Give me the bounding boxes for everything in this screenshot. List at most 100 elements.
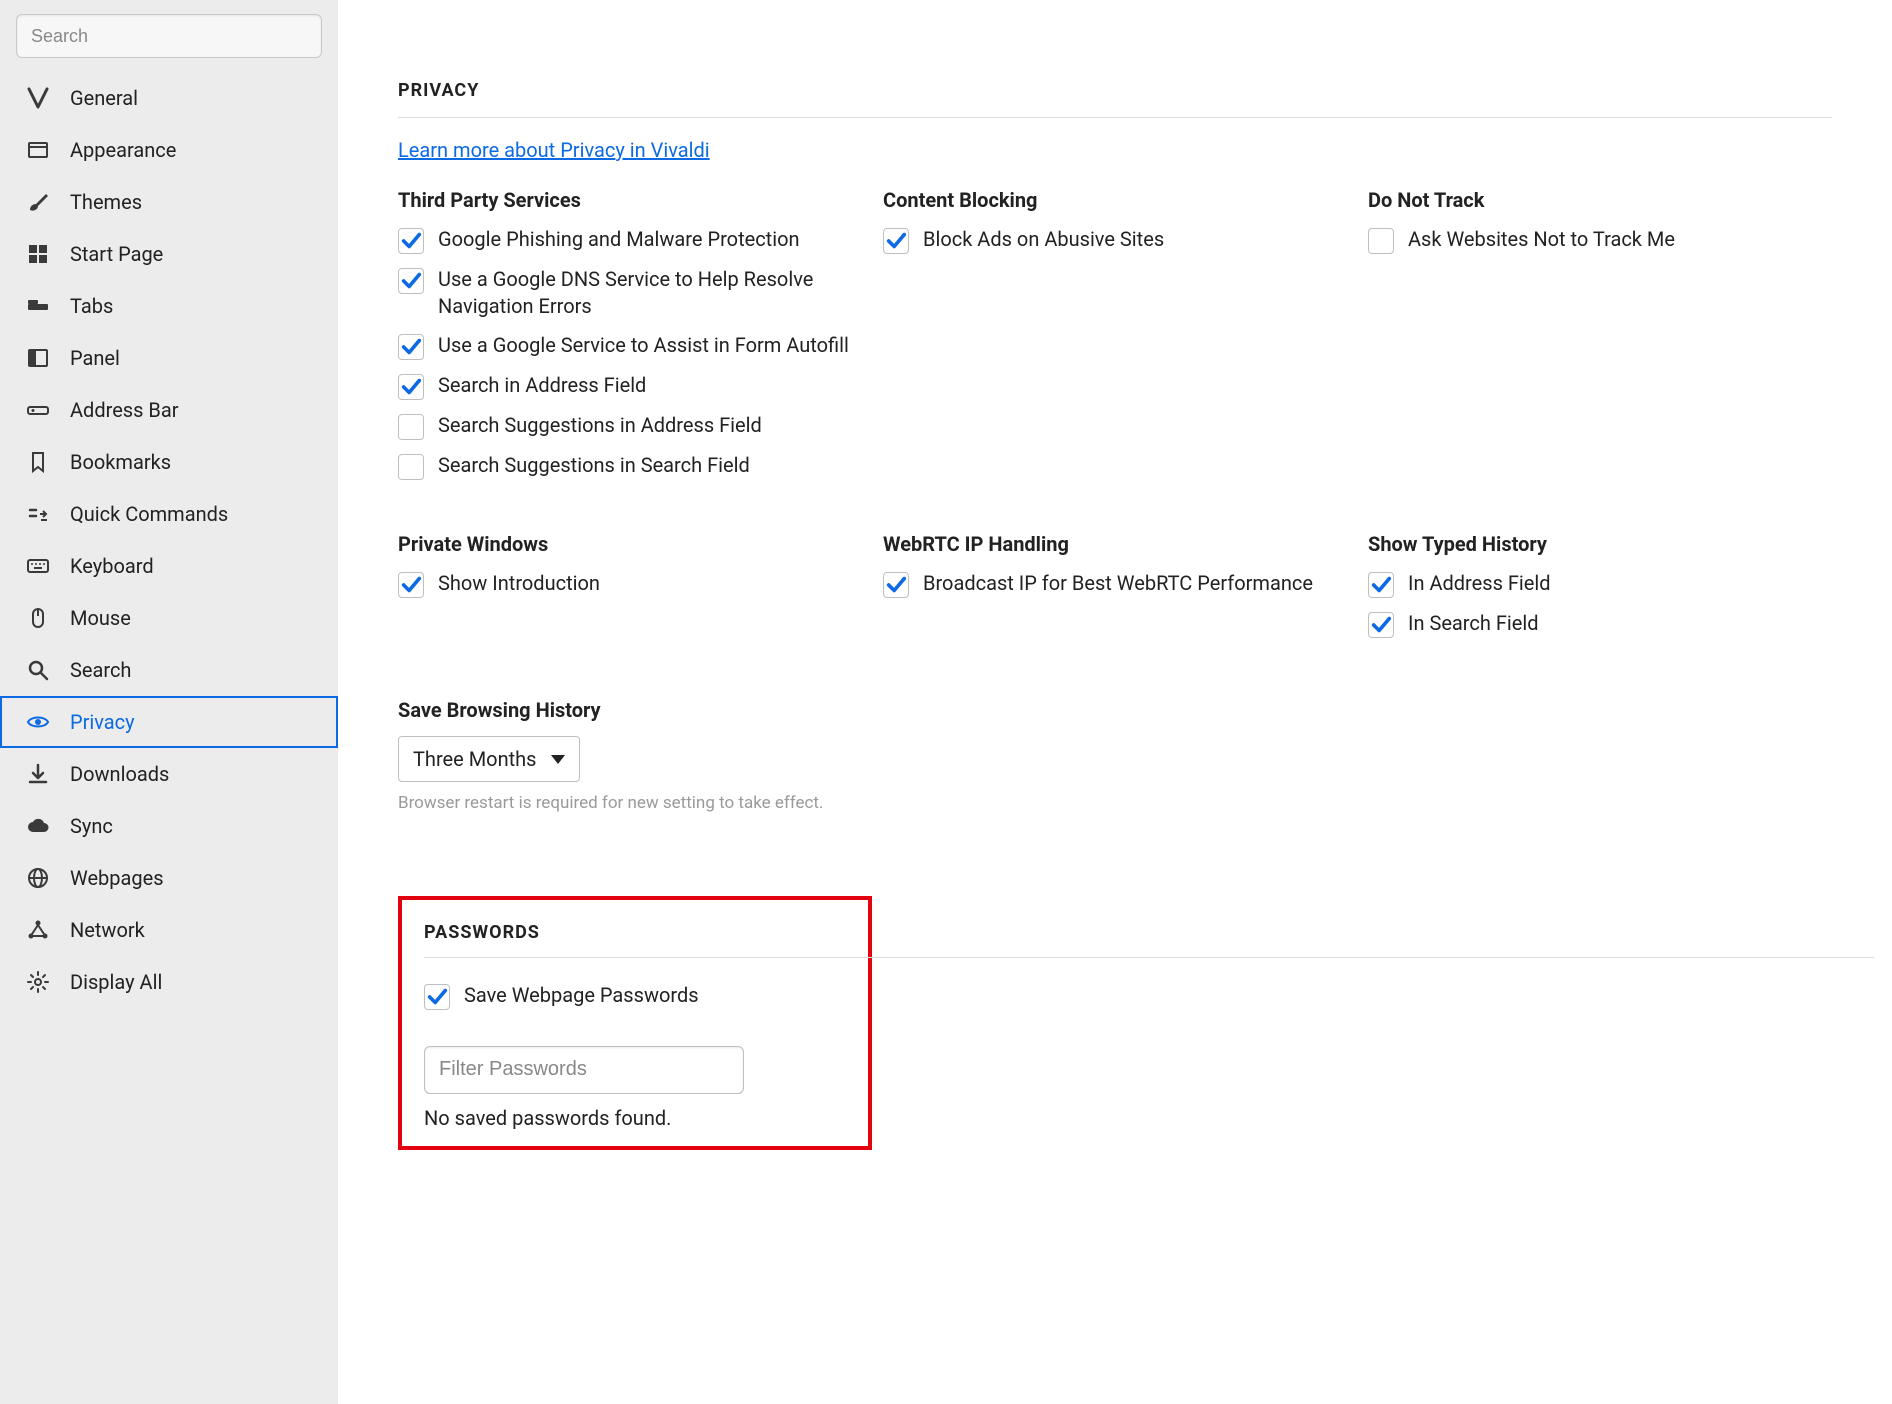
sidebar-item-label: Address Bar: [70, 398, 179, 422]
sidebar-item-label: Display All: [70, 970, 162, 994]
filter-passwords-input[interactable]: [424, 1046, 744, 1094]
sidebar-item-label: Downloads: [70, 762, 169, 786]
option[interactable]: Google Phishing and Malware Protection: [398, 226, 873, 254]
option[interactable]: Search Suggestions in Address Field: [398, 412, 873, 440]
option[interactable]: Use a Google DNS Service to Help Resolve…: [398, 266, 873, 320]
sidebar-item-quickcommands[interactable]: Quick Commands: [0, 488, 338, 540]
option[interactable]: Block Ads on Abusive Sites: [883, 226, 1358, 254]
sidebar-item-label: Panel: [70, 346, 120, 370]
option-label: Broadcast IP for Best WebRTC Performance: [923, 570, 1358, 597]
checkbox-icon: [1368, 572, 1394, 598]
passwords-section-highlight: PASSWORDS Save Webpage Passwords No save…: [398, 896, 872, 1150]
checkbox-icon: [883, 572, 909, 598]
sidebar-item-label: Mouse: [70, 606, 131, 630]
sidebar-item-keyboard[interactable]: Keyboard: [0, 540, 338, 592]
passwords-status: No saved passwords found.: [424, 1106, 846, 1130]
option-label: Use a Google DNS Service to Help Resolve…: [438, 266, 873, 320]
option-label: In Search Field: [1408, 610, 1843, 637]
sidebar-item-label: Sync: [70, 814, 113, 838]
option[interactable]: Show Introduction: [398, 570, 873, 598]
sidebar-item-network[interactable]: Network: [0, 904, 338, 956]
group-content-blocking: Content Blocking Block Ads on Abusive Si…: [883, 188, 1358, 492]
sidebar-item-label: Keyboard: [70, 554, 154, 578]
sidebar-item-mouse[interactable]: Mouse: [0, 592, 338, 644]
checkbox-icon: [398, 228, 424, 254]
sidebar-item-label: Search: [70, 658, 131, 682]
keyboard-icon: [24, 554, 52, 578]
option[interactable]: Broadcast IP for Best WebRTC Performance: [883, 570, 1358, 598]
sidebar-item-addressbar[interactable]: Address Bar: [0, 384, 338, 436]
option-label: Show Introduction: [438, 570, 873, 597]
group-title: Show Typed History: [1368, 532, 1843, 556]
section-title-privacy: PRIVACY: [398, 80, 1832, 118]
cloud-icon: [24, 814, 52, 838]
sidebar-item-label: Appearance: [70, 138, 176, 162]
search-input[interactable]: [16, 14, 322, 58]
globe-icon: [24, 866, 52, 890]
sidebar-item-startpage[interactable]: Start Page: [0, 228, 338, 280]
sidebar-item-general[interactable]: General: [0, 72, 338, 124]
sidebar-item-label: Themes: [70, 190, 142, 214]
group-title: Private Windows: [398, 532, 873, 556]
checkbox-icon: [398, 334, 424, 360]
bookmark-icon: [24, 450, 52, 474]
option[interactable]: Use a Google Service to Assist in Form A…: [398, 332, 873, 360]
sidebar-item-appearance[interactable]: Appearance: [0, 124, 338, 176]
option-label: In Address Field: [1408, 570, 1843, 597]
option-label: Google Phishing and Malware Protection: [438, 226, 873, 253]
save-passwords-option[interactable]: Save Webpage Passwords: [424, 982, 846, 1010]
group-webrtc: WebRTC IP Handling Broadcast IP for Best…: [883, 532, 1358, 650]
sidebar-item-panel[interactable]: Panel: [0, 332, 338, 384]
option[interactable]: Search Suggestions in Search Field: [398, 452, 873, 480]
chevron-down-icon: [551, 755, 565, 764]
sidebar-item-label: Privacy: [70, 710, 135, 734]
sidebar-item-bookmarks[interactable]: Bookmarks: [0, 436, 338, 488]
sidebar-item-label: Tabs: [70, 294, 113, 318]
sidebar-item-themes[interactable]: Themes: [0, 176, 338, 228]
mouse-icon: [24, 606, 52, 630]
select-value: Three Months: [413, 747, 537, 771]
option-label: Save Webpage Passwords: [464, 982, 846, 1009]
sidebar-item-webpages[interactable]: Webpages: [0, 852, 338, 904]
sidebar-item-label: Bookmarks: [70, 450, 171, 474]
checkbox-icon: [398, 454, 424, 480]
gear-icon: [24, 970, 52, 994]
sidebar-item-sync[interactable]: Sync: [0, 800, 338, 852]
sidebar-item-downloads[interactable]: Downloads: [0, 748, 338, 800]
group-typed-history: Show Typed History In Address Field In Se…: [1368, 532, 1843, 650]
group-title: Content Blocking: [883, 188, 1358, 212]
history-hint: Browser restart is required for new sett…: [398, 792, 828, 816]
settings-nav: General Appearance Themes Start Page Tabs Pan…: [0, 72, 338, 1008]
section-title-passwords: PASSWORDS: [424, 922, 1874, 958]
option-label: Search Suggestions in Address Field: [438, 412, 873, 439]
sidebar-item-label: Start Page: [70, 242, 163, 266]
history-duration-select[interactable]: Three Months: [398, 736, 580, 782]
checkbox-icon: [883, 228, 909, 254]
sidebar-item-label: Webpages: [70, 866, 164, 890]
option-label: Search in Address Field: [438, 372, 873, 399]
checkbox-icon: [1368, 612, 1394, 638]
privacy-learn-more-link[interactable]: Learn more about Privacy in Vivaldi: [398, 138, 710, 162]
option[interactable]: Ask Websites Not to Track Me: [1368, 226, 1843, 254]
option[interactable]: Search in Address Field: [398, 372, 873, 400]
sidebar-item-tabs[interactable]: Tabs: [0, 280, 338, 332]
option[interactable]: In Search Field: [1368, 610, 1843, 638]
search-icon: [24, 658, 52, 682]
sidebar-item-search[interactable]: Search: [0, 644, 338, 696]
group-title: Save Browsing History: [398, 698, 1832, 722]
sidebar-item-label: General: [70, 86, 138, 110]
option-label: Search Suggestions in Search Field: [438, 452, 873, 479]
option[interactable]: In Address Field: [1368, 570, 1843, 598]
sidebar-item-displayall[interactable]: Display All: [0, 956, 338, 1008]
checkbox-icon: [398, 374, 424, 400]
option-label: Block Ads on Abusive Sites: [923, 226, 1358, 253]
checkbox-icon: [398, 414, 424, 440]
addressbar-icon: [24, 398, 52, 422]
vivaldi-v-icon: [24, 86, 52, 110]
brush-icon: [24, 190, 52, 214]
group-third-party: Third Party Services Google Phishing and…: [398, 188, 873, 492]
sidebar-item-privacy[interactable]: Privacy: [0, 696, 338, 748]
network-icon: [24, 918, 52, 942]
checkbox-icon: [398, 572, 424, 598]
settings-content: PRIVACY Learn more about Privacy in Viva…: [338, 0, 1892, 1404]
